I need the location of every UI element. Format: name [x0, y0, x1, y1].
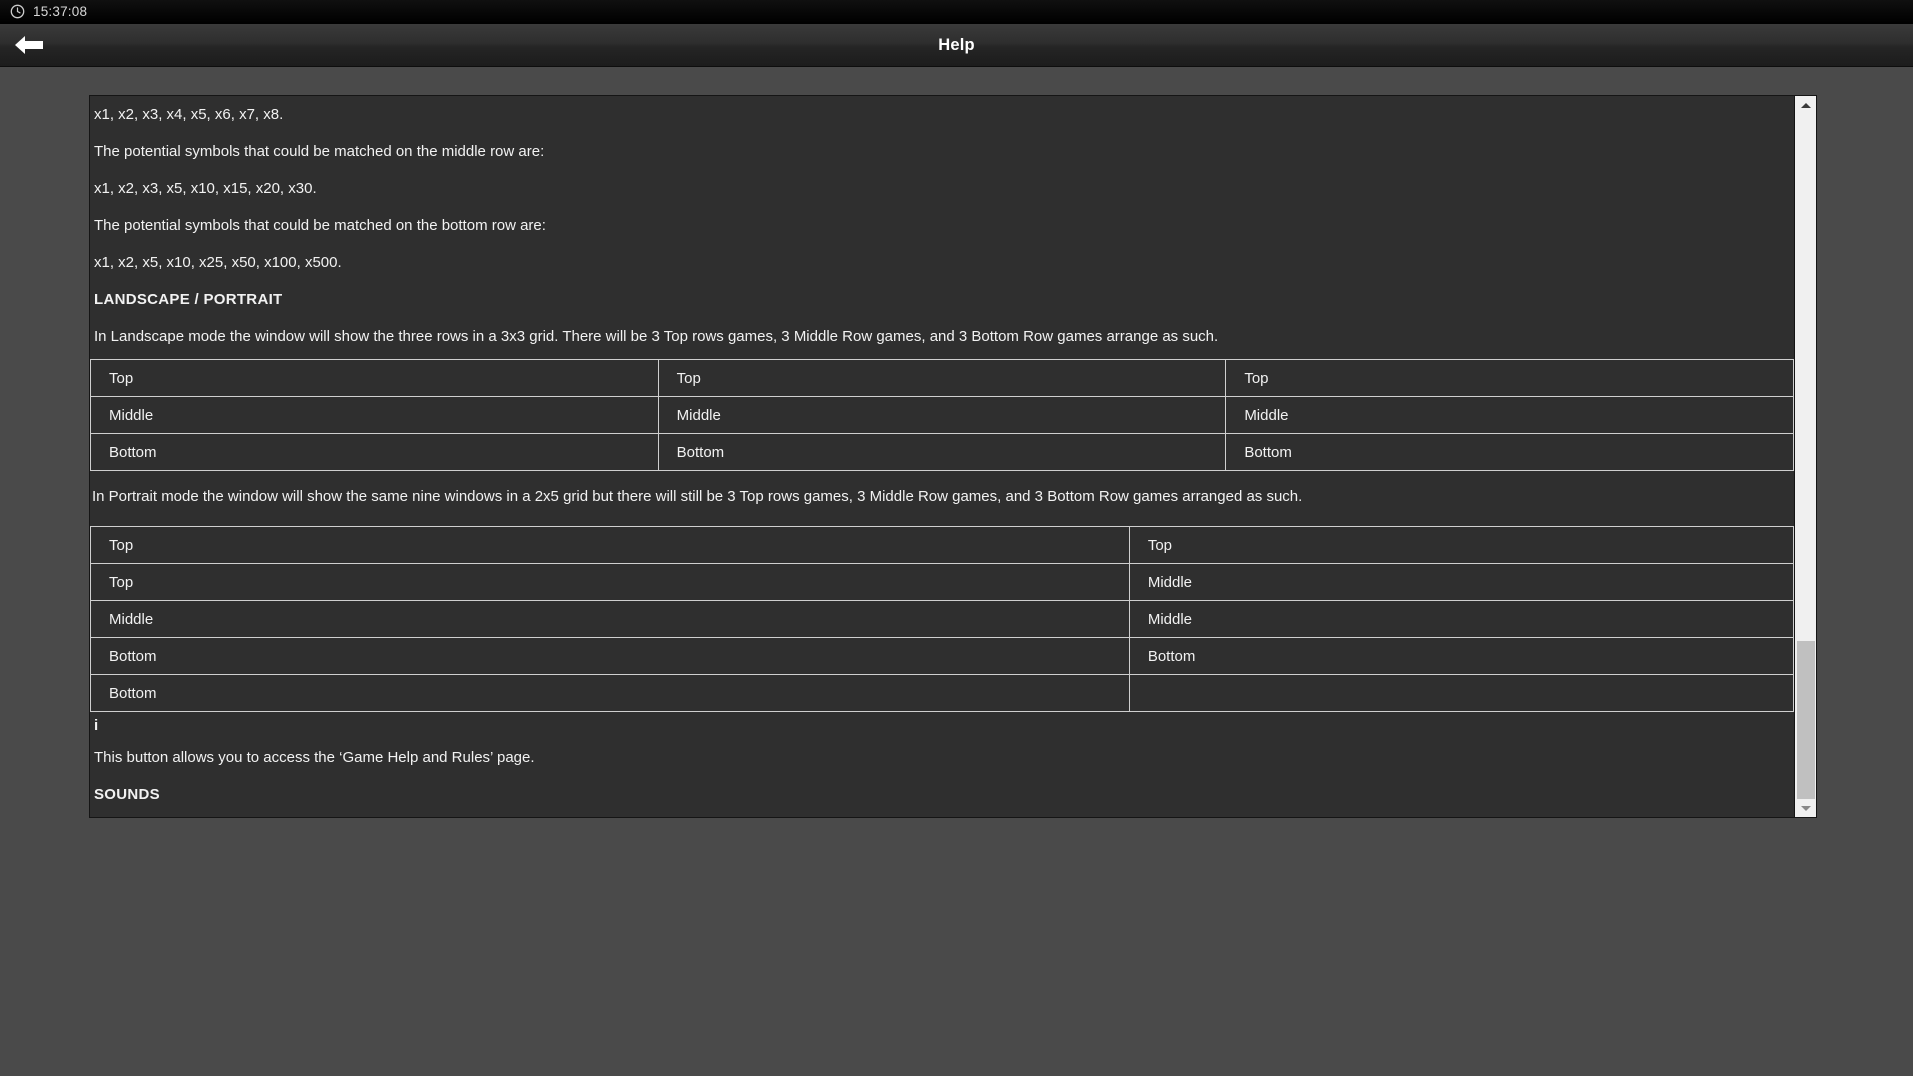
section-heading-landscape-portrait: LANDSCAPE / PORTRAIT [94, 291, 283, 308]
scrollbar-track[interactable] [1794, 114, 1816, 799]
help-tail-blocks: i This button allows you to access the ‘… [90, 712, 1794, 817]
table-row: Bottom [90, 674, 1794, 712]
status-bar-time: 15:37:08 [33, 4, 88, 19]
table-cell: Middle [90, 396, 659, 434]
table-cell: Middle [1225, 396, 1794, 434]
help-paragraph: This button allows you to access the ‘Ga… [94, 749, 535, 766]
table-cell: Top [90, 359, 659, 397]
back-arrow-icon [14, 33, 44, 57]
scroll-down-button[interactable] [1794, 799, 1816, 817]
help-paragraph: The speaker button will allow you to tog… [92, 813, 1794, 817]
table-cell: Middle [657, 396, 1227, 434]
help-intro-blocks: x1, x2, x3, x4, x5, x6, x7, x8. The pote… [90, 96, 1794, 355]
table-cell [1128, 674, 1794, 712]
table-cell: Middle [90, 600, 1130, 638]
page-title: Help [938, 35, 975, 54]
help-paragraph: x1, x2, x3, x5, x10, x15, x20, x30. [94, 180, 317, 197]
table-cell: Bottom [90, 674, 1130, 712]
portrait-grid-table: Top Top Top Middle Middle Middle Bottom … [90, 526, 1794, 712]
table-cell: Bottom [657, 433, 1227, 471]
table-row: Top Top [90, 526, 1794, 564]
table-cell: Bottom [90, 637, 1130, 675]
scrollbar-thumb[interactable] [1796, 641, 1815, 799]
table-row: Bottom Bottom Bottom [90, 433, 1794, 471]
status-bar: 15:37:08 [0, 0, 1913, 24]
table-cell: Top [1225, 359, 1794, 397]
table-cell: Middle [1128, 563, 1794, 601]
table-cell: Top [90, 526, 1130, 564]
help-paragraph: x1, x2, x5, x10, x25, x50, x100, x500. [94, 254, 342, 271]
scroll-down-arrow-icon [1800, 805, 1811, 811]
table-cell: Top [1128, 526, 1794, 564]
clock-icon [10, 4, 25, 19]
table-row: Bottom Bottom [90, 637, 1794, 675]
landscape-grid-table: Top Top Top Middle Middle Middle Bottom … [90, 359, 1794, 471]
section-heading-sounds: SOUNDS [94, 786, 160, 803]
scroll-up-button[interactable] [1794, 96, 1816, 114]
table-row: Middle Middle Middle [90, 396, 1794, 434]
table-row: Middle Middle [90, 600, 1794, 638]
help-paragraph: The potential symbols that could be matc… [94, 143, 545, 160]
help-paragraph: The potential symbols that could be matc… [94, 217, 546, 234]
help-panel: x1, x2, x3, x4, x5, x6, x7, x8. The pote… [89, 95, 1817, 818]
table-cell: Top [90, 563, 1130, 601]
help-paragraph: x1, x2, x3, x4, x5, x6, x7, x8. [94, 106, 284, 123]
help-scrollbar[interactable] [1794, 96, 1816, 817]
table-row: Top Top Top [90, 359, 1794, 397]
title-bar: Help [0, 24, 1913, 67]
table-cell: Bottom [1128, 637, 1794, 675]
info-button-label: i [94, 717, 99, 734]
table-row: Top Middle [90, 563, 1794, 601]
table-cell: Middle [1128, 600, 1794, 638]
page-body: x1, x2, x3, x4, x5, x6, x7, x8. The pote… [0, 67, 1913, 1075]
table-cell: Bottom [1225, 433, 1794, 471]
table-cell: Top [657, 359, 1227, 397]
help-paragraph: In Landscape mode the window will show t… [94, 328, 1219, 345]
back-button[interactable] [0, 24, 58, 67]
table-cell: Bottom [90, 433, 659, 471]
help-content-scroll-area[interactable]: x1, x2, x3, x4, x5, x6, x7, x8. The pote… [90, 96, 1794, 817]
scroll-up-arrow-icon [1800, 102, 1811, 108]
portrait-intro-paragraph: In Portrait mode the window will show th… [92, 488, 1303, 505]
